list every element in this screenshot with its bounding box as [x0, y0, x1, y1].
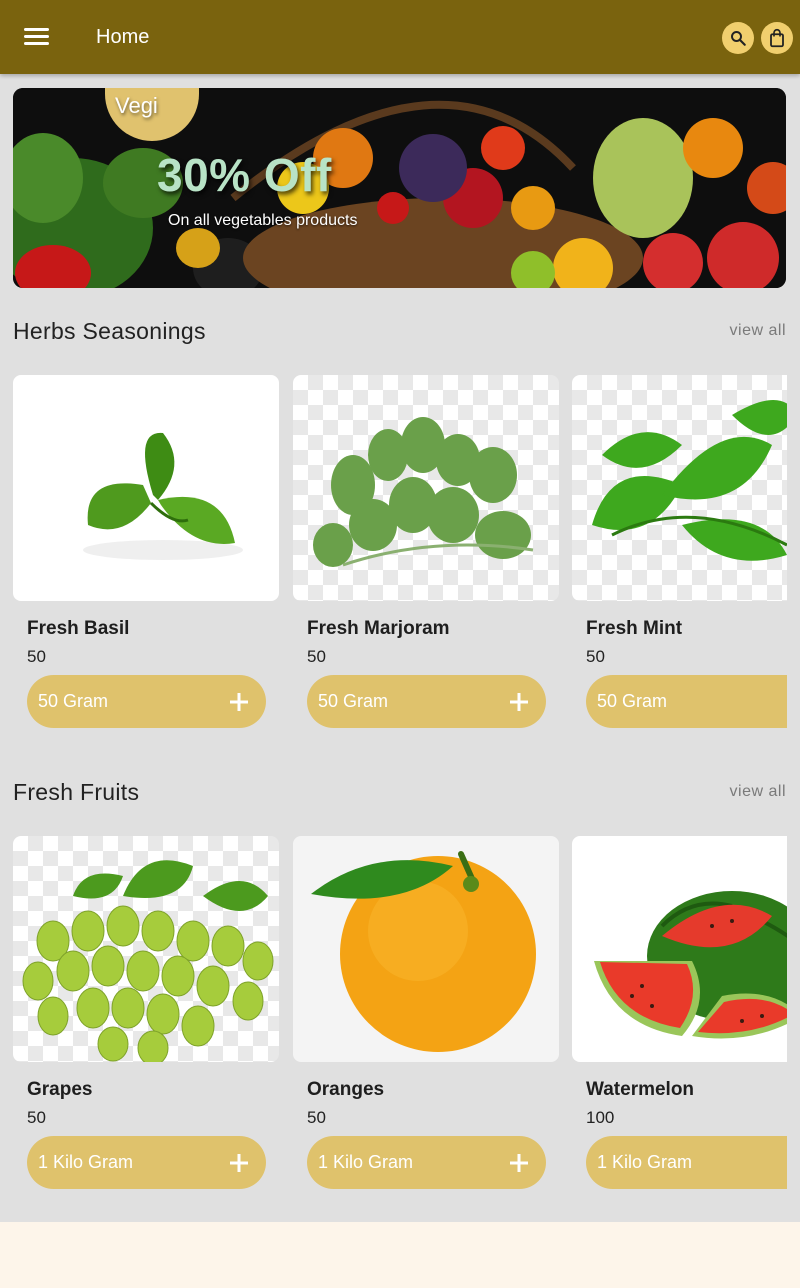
add-to-cart-button[interactable]: 50 Gram [27, 675, 266, 728]
product-name: Fresh Marjoram [307, 618, 450, 639]
product-name: Watermelon [586, 1079, 695, 1100]
plus-icon [230, 1154, 248, 1172]
product-price: 50 [307, 1108, 326, 1127]
unit-label: 1 Kilo Gram [597, 1152, 693, 1172]
page-title: Home [96, 26, 150, 48]
product-image [293, 836, 559, 1062]
unit-label: 50 Gram [318, 691, 389, 711]
bottom-area [0, 1222, 800, 1288]
banner-tag-label: Vegi [115, 93, 158, 118]
product-name: Grapes [27, 1079, 93, 1100]
app-bar: Home [0, 0, 800, 74]
add-to-cart-button[interactable]: 50 Gram [307, 675, 546, 728]
shopping-bag-button[interactable] [761, 22, 793, 54]
banner-subtitle: On all vegetables products [168, 212, 358, 229]
product-price: 50 [27, 647, 46, 666]
product-price: 100 [586, 1108, 615, 1127]
search-icon [731, 31, 746, 46]
product-name: Fresh Basil [27, 618, 130, 639]
plus-icon [510, 693, 528, 711]
plus-icon [230, 693, 248, 711]
add-to-cart-button[interactable]: 1 Kilo Gram [27, 1136, 266, 1189]
section-title-fruits: Fresh Fruits [13, 779, 140, 805]
product-price: 50 [307, 647, 326, 666]
hamburger-menu-icon[interactable] [22, 24, 52, 50]
watermelon-image [594, 891, 787, 1039]
product-image [13, 836, 279, 1062]
view-all-herbs-link[interactable]: view all [730, 322, 786, 340]
product-name: Fresh Mint [586, 618, 683, 639]
grapes-image [22, 860, 274, 1062]
product-image [572, 836, 787, 1062]
search-button[interactable] [722, 22, 754, 54]
product-price: 50 [586, 647, 605, 666]
product-price: 50 [27, 1108, 46, 1127]
section-title-herbs: Herbs Seasonings [13, 318, 206, 344]
view-all-fruits-link[interactable]: view all [730, 783, 786, 801]
add-to-cart-button[interactable]: 1 Kilo Gram [586, 1136, 787, 1189]
basil-image [83, 432, 243, 560]
unit-label: 50 Gram [38, 691, 109, 711]
unit-label: 50 Gram [597, 691, 668, 711]
product-image [572, 375, 787, 601]
marjoram-image [313, 417, 534, 567]
mint-image [592, 400, 787, 561]
product-image [293, 375, 559, 601]
banner-title: 30% Off [157, 149, 332, 201]
unit-label: 1 Kilo Gram [38, 1152, 134, 1172]
product-name: Oranges [307, 1079, 385, 1100]
orange-image [311, 851, 536, 1052]
unit-label: 1 Kilo Gram [318, 1152, 414, 1172]
herbs-product-list[interactable]: Fresh Basil 50 50 Gram Fresh Marjoram 50… [13, 375, 787, 735]
add-to-cart-button[interactable]: 1 Kilo Gram [307, 1136, 546, 1189]
fruits-product-list[interactable]: Grapes 50 1 Kilo Gram Oranges 50 1 Kilo … [13, 836, 787, 1196]
add-to-cart-button[interactable]: 50 Gram [586, 675, 787, 728]
promo-banner[interactable]: Vegi 30% Off On all vegetables products [13, 88, 786, 288]
shopping-bag-icon [770, 29, 784, 48]
plus-icon [510, 1154, 528, 1172]
product-image [13, 375, 279, 601]
